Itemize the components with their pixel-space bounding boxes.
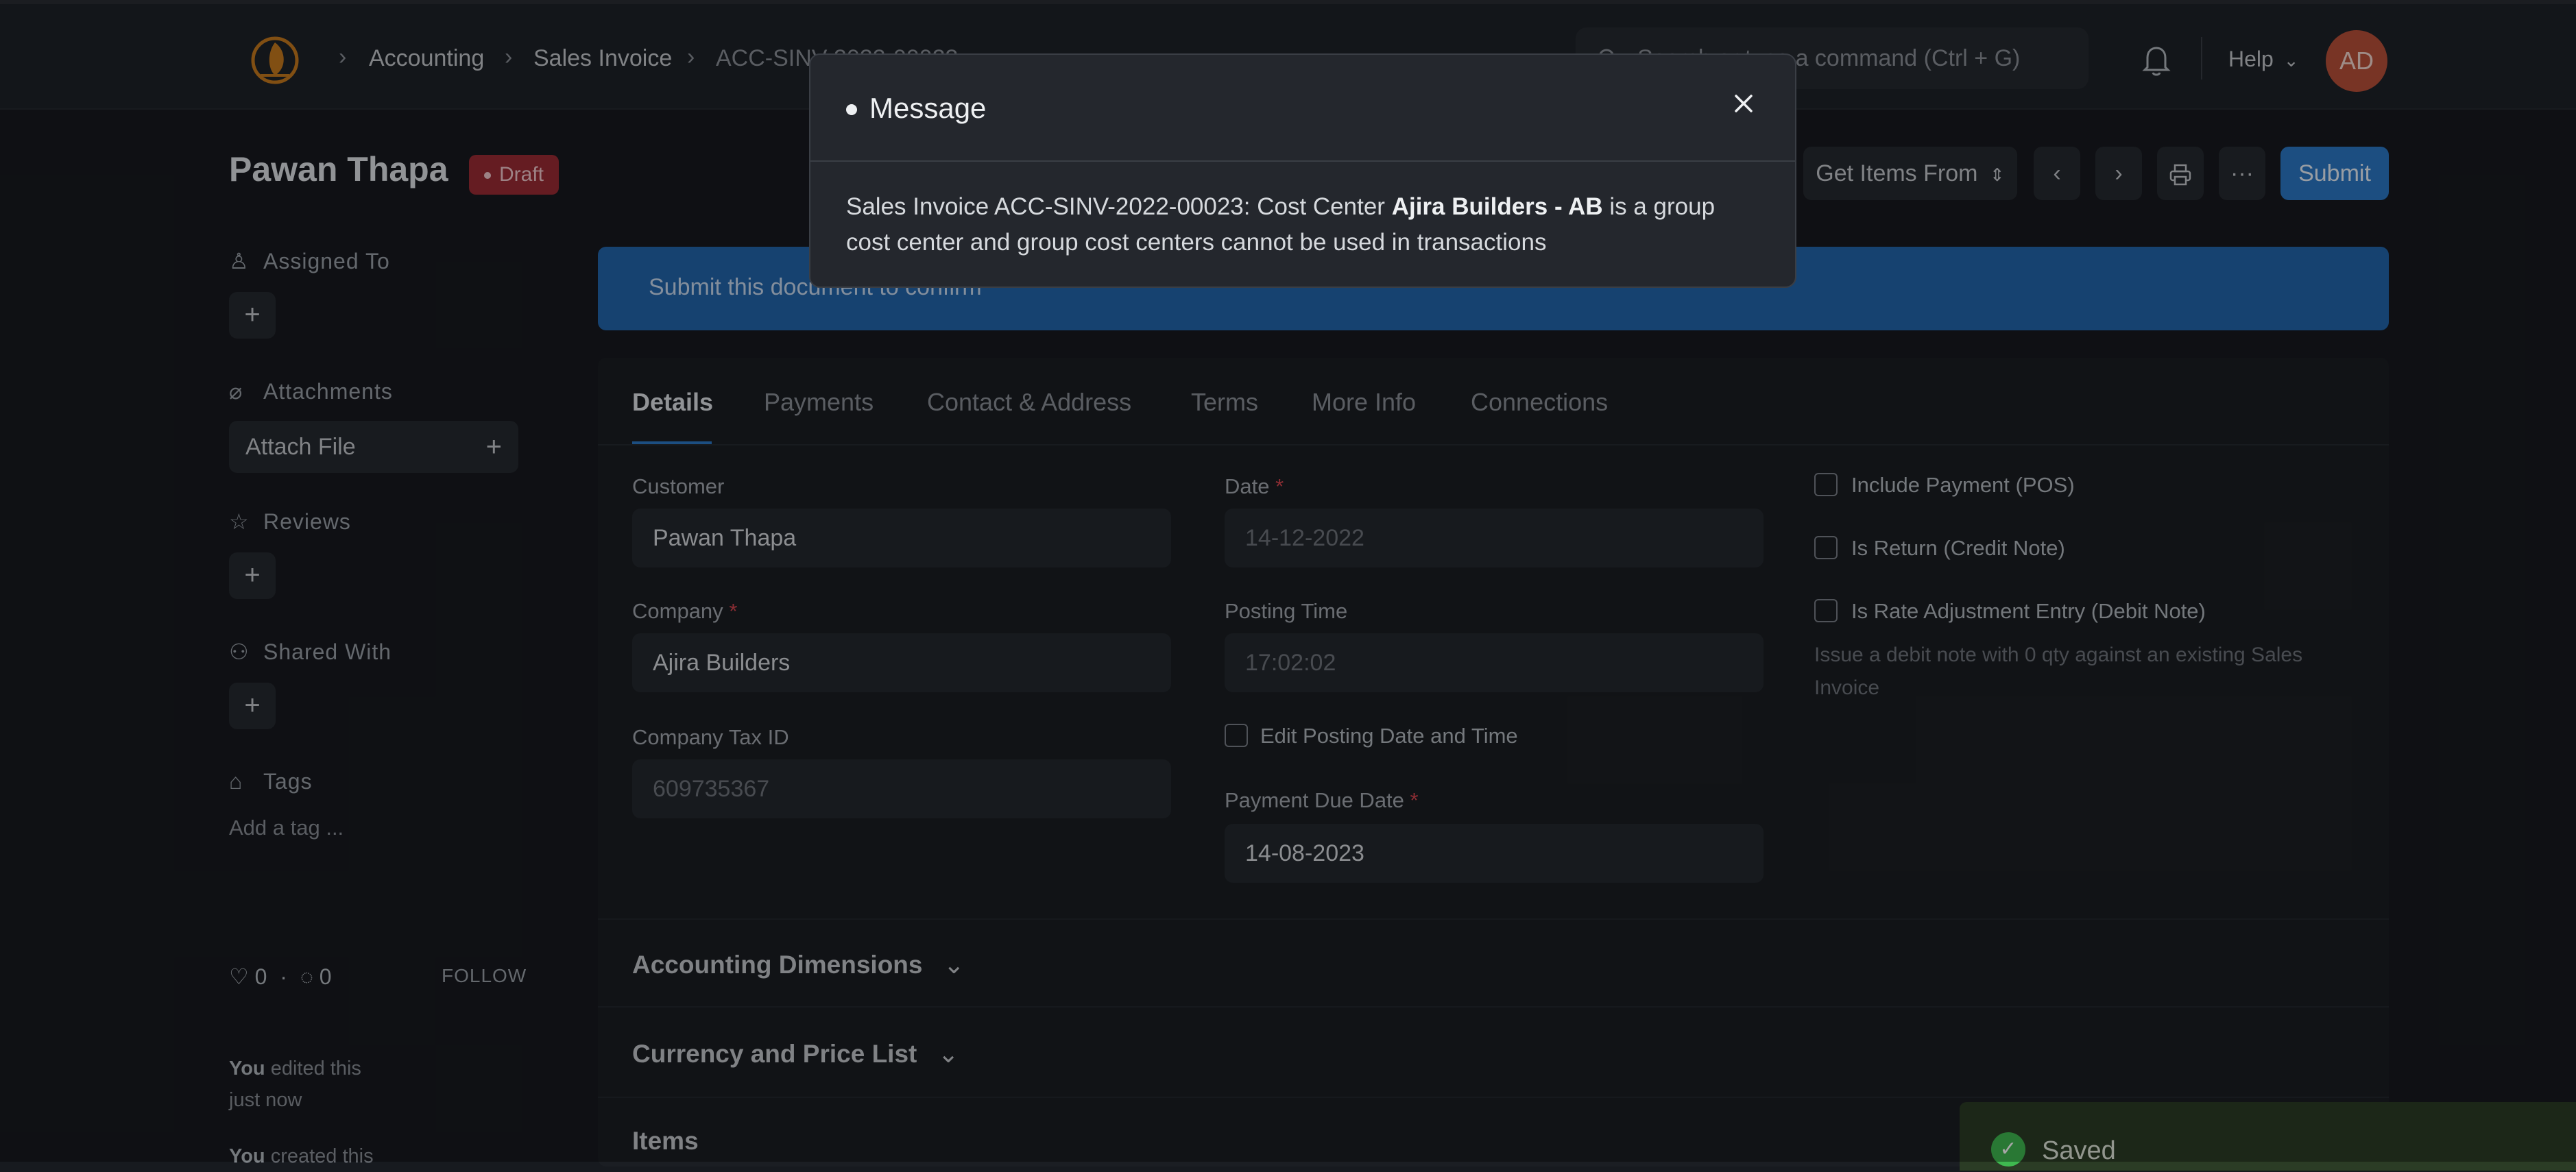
message-dialog: Message Sales Invoice ACC-SINV-2022-0002…	[809, 53, 1796, 288]
cost-center-name: Ajira Builders - AB	[1391, 193, 1603, 220]
dialog-message: Sales Invoice ACC-SINV-2022-00023: Cost …	[846, 189, 1765, 260]
close-icon[interactable]	[1726, 86, 1761, 121]
dialog-title: Message	[869, 92, 987, 124]
message-prefix: Sales Invoice ACC-SINV-2022-00023: Cost …	[846, 193, 1392, 220]
dialog-header: Message	[810, 55, 1795, 162]
indicator-dot-icon	[846, 104, 857, 115]
